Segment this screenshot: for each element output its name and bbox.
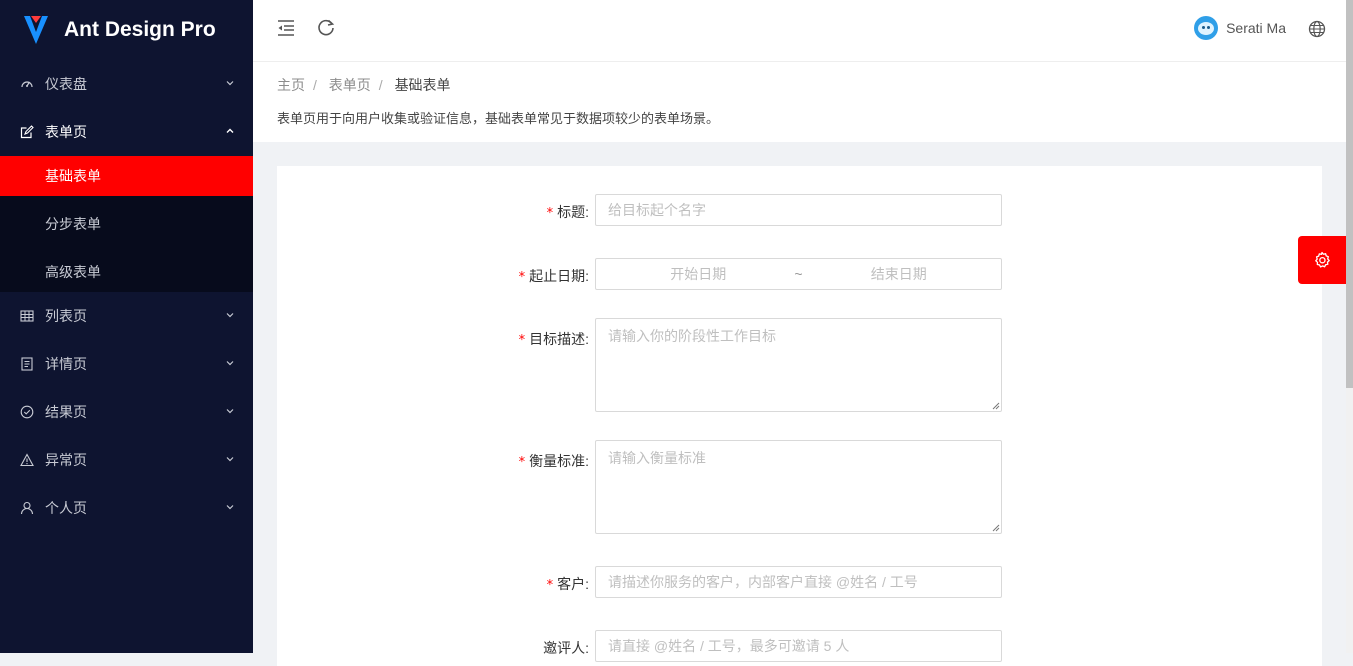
- field-label: * 客户:: [546, 576, 589, 593]
- page-description: 表单页用于向用户收集或验证信息，基础表单常见于数据项较少的表单场景。: [277, 111, 720, 126]
- form-card: *标题: *起止日期: 开始日期 ~ 结束日期 *目标描述: *衡量标准:: [277, 166, 1322, 666]
- client-field[interactable]: [595, 566, 1002, 598]
- sidebar-item-form[interactable]: 表单页: [0, 108, 253, 156]
- date-range-picker[interactable]: 开始日期 ~ 结束日期: [595, 258, 1002, 290]
- chevron-down-icon: [226, 313, 234, 318]
- reload-icon[interactable]: [315, 17, 337, 39]
- end-date-input[interactable]: 结束日期: [809, 264, 990, 284]
- range-separator: ~: [794, 266, 803, 282]
- table-icon: [20, 309, 34, 323]
- breadcrumb-form[interactable]: 表单页: [329, 77, 371, 93]
- goal-field[interactable]: [595, 318, 1002, 412]
- sidebar-item-step-form[interactable]: 分步表单: [0, 204, 253, 244]
- avatar: [1194, 16, 1219, 40]
- sidebar-item-label: 个人页: [45, 500, 87, 516]
- sidebar-item-label: 详情页: [45, 356, 87, 372]
- sidebar-item-basic-form[interactable]: 基础表单: [0, 156, 253, 196]
- user-menu[interactable]: Serati Ma: [1194, 16, 1286, 40]
- standard-textarea[interactable]: [596, 441, 1001, 533]
- sidebar: Ant Design Pro 仪表盘 表单页 基础表单 分步表单 高级表单 列表…: [0, 0, 253, 653]
- sidebar-item-label: 表单页: [45, 124, 87, 140]
- sidebar-item-dashboard[interactable]: 仪表盘: [0, 60, 253, 108]
- sidebar-item-label: 分步表单: [45, 216, 101, 232]
- field-label: * 目标描述:: [518, 331, 589, 348]
- goal-textarea[interactable]: [596, 319, 1001, 411]
- client-input[interactable]: [596, 567, 1001, 597]
- scrollbar-thumb[interactable]: [1346, 0, 1353, 388]
- chevron-up-icon: [226, 128, 234, 133]
- menu-fold-icon[interactable]: [275, 17, 297, 39]
- chevron-down-icon: [226, 457, 234, 462]
- user-icon: [20, 501, 34, 515]
- sidebar-item-profile[interactable]: 详情页: [0, 340, 253, 388]
- user-name: Serati Ma: [1226, 20, 1286, 36]
- sidebar-item-account[interactable]: 个人页: [0, 484, 253, 532]
- check-circle-icon: [20, 405, 34, 419]
- sidebar-item-result[interactable]: 结果页: [0, 388, 253, 436]
- settings-drawer-button[interactable]: [1298, 236, 1346, 284]
- title-field[interactable]: [595, 194, 1002, 226]
- field-label: * 起止日期:: [518, 268, 589, 285]
- field-label: * 衡量标准:: [518, 453, 589, 470]
- chevron-down-icon: [226, 361, 234, 366]
- gear-icon: [1315, 251, 1330, 268]
- form-icon: [20, 125, 34, 139]
- chevron-down-icon: [226, 505, 234, 510]
- sidebar-item-label: 结果页: [45, 404, 87, 420]
- sidebar-item-label: 基础表单: [45, 168, 101, 184]
- breadcrumb-current: 基础表单: [394, 77, 451, 93]
- page-header: 主页 / 表单页 / 基础表单 表单页用于向用户收集或验证信息，基础表单常见于数据项…: [253, 62, 1346, 142]
- chevron-down-icon: [226, 81, 234, 86]
- dashboard-icon: [20, 77, 34, 91]
- chevron-down-icon: [226, 409, 234, 414]
- sidebar-item-list[interactable]: 列表页: [0, 292, 253, 340]
- invites-field[interactable]: [595, 630, 1002, 662]
- logo[interactable]: Ant Design Pro: [0, 0, 253, 60]
- sidebar-item-label: 高级表单: [45, 264, 101, 280]
- app-title: Ant Design Pro: [64, 18, 216, 41]
- top-header: Serati Ma: [253, 0, 1346, 62]
- sidebar-item-exception[interactable]: 异常页: [0, 436, 253, 484]
- title-input[interactable]: [596, 195, 1001, 225]
- globe-icon[interactable]: [1308, 20, 1326, 38]
- breadcrumb-home[interactable]: 主页: [277, 77, 305, 93]
- invites-input[interactable]: [596, 631, 1001, 661]
- page-scrollbar[interactable]: [1346, 0, 1353, 653]
- sidebar-item-label: 异常页: [45, 452, 87, 468]
- form-submenu: 基础表单 分步表单 高级表单: [0, 156, 253, 292]
- start-date-input[interactable]: 开始日期: [608, 264, 789, 284]
- sidebar-item-advanced-form[interactable]: 高级表单: [0, 252, 253, 292]
- standard-field[interactable]: [595, 440, 1002, 534]
- resize-handle-icon[interactable]: [991, 523, 1000, 532]
- sidebar-item-label: 仪表盘: [45, 76, 87, 92]
- field-label: 邀评人:: [543, 640, 589, 656]
- profile-icon: [20, 357, 34, 371]
- warning-icon: [20, 453, 34, 467]
- breadcrumb: 主页 / 表单页 / 基础表单: [277, 77, 451, 93]
- logo-icon: [24, 16, 48, 44]
- sidebar-item-label: 列表页: [45, 308, 87, 324]
- field-label: * 标题:: [546, 204, 589, 221]
- resize-handle-icon[interactable]: [991, 401, 1000, 410]
